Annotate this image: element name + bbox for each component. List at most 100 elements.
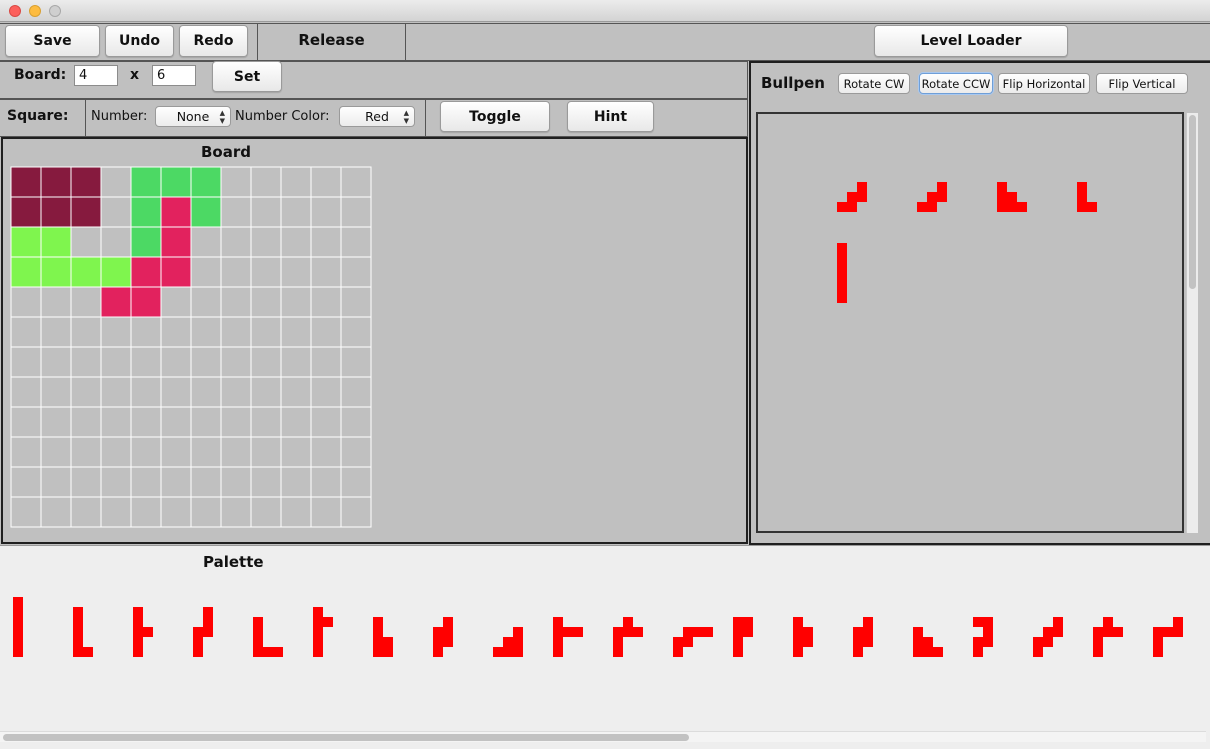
board-square[interactable] [160,346,192,378]
board-square[interactable] [340,466,372,498]
bullpen-scrollbar-track[interactable] [1186,113,1198,533]
board-square[interactable] [310,436,342,468]
palette-piece-cell[interactable] [273,647,283,657]
set-board-size-button[interactable]: Set [212,61,282,92]
palette-piece[interactable] [853,617,873,657]
palette-piece-cell[interactable] [1153,647,1163,657]
bullpen-piece-cell[interactable] [997,192,1007,202]
board-square[interactable] [190,436,222,468]
number-select[interactable]: None ▲ ▼ [155,106,231,127]
board-square[interactable] [10,436,42,468]
board-square[interactable] [220,406,252,438]
board-square[interactable] [310,226,342,258]
palette-piece-cell[interactable] [313,607,323,617]
palette-piece[interactable] [1153,617,1183,657]
placed-piece-cell[interactable] [161,227,191,257]
palette-piece-cell[interactable] [1113,627,1123,637]
board-square[interactable] [100,406,132,438]
bullpen-piece-cell[interactable] [1007,192,1017,202]
board-square[interactable] [70,376,102,408]
placed-piece-cell[interactable] [191,197,221,227]
palette-piece-cell[interactable] [513,637,523,647]
palette-piece[interactable] [313,607,333,657]
palette-piece-cell[interactable] [253,637,263,647]
palette-piece-cell[interactable] [133,647,143,657]
placed-piece-cell[interactable] [131,287,161,317]
palette-piece-cell[interactable] [983,637,993,647]
board-square[interactable] [160,436,192,468]
placed-piece-cell[interactable] [131,197,161,227]
board-square[interactable] [190,376,222,408]
palette-piece-cell[interactable] [743,617,753,627]
palette-piece[interactable] [553,617,583,657]
palette-piece-cell[interactable] [1053,617,1063,627]
board-square[interactable] [310,496,342,528]
palette-piece-cell[interactable] [73,627,83,637]
toggle-button[interactable]: Toggle [440,101,550,132]
board-square[interactable] [280,436,312,468]
close-window-button[interactable] [9,5,21,17]
bullpen-piece-cell[interactable] [837,202,847,212]
palette-piece-cell[interactable] [803,627,813,637]
palette-piece-cell[interactable] [863,637,873,647]
palette-piece-cell[interactable] [383,637,393,647]
board-square[interactable] [310,256,342,288]
board-square[interactable] [310,166,342,198]
board-square[interactable] [250,436,282,468]
bullpen-piece[interactable] [837,243,847,303]
palette-piece-cell[interactable] [683,627,693,637]
palette-piece-cell[interactable] [1153,637,1163,647]
board-square[interactable] [310,286,342,318]
palette-piece-cell[interactable] [793,647,803,657]
palette-piece-cell[interactable] [1093,627,1103,637]
palette-piece-cell[interactable] [513,627,523,637]
palette-piece-cell[interactable] [1043,627,1053,637]
board-square[interactable] [70,346,102,378]
board-square[interactable] [190,466,222,498]
board-square[interactable] [220,316,252,348]
board-square[interactable] [280,226,312,258]
palette-piece-cell[interactable] [613,647,623,657]
placed-piece-cell[interactable] [11,167,41,197]
palette-piece-cell[interactable] [553,627,563,637]
palette-piece-cell[interactable] [73,647,83,657]
board-square[interactable] [100,226,132,258]
placed-piece-cell[interactable] [71,197,101,227]
palette-piece-cell[interactable] [733,627,743,637]
board-square[interactable] [280,256,312,288]
palette-piece-cell[interactable] [973,647,983,657]
board-square[interactable] [10,466,42,498]
board-square[interactable] [280,196,312,228]
palette-piece-cell[interactable] [13,597,23,607]
palette-piece-cell[interactable] [923,647,933,657]
board-square[interactable] [130,406,162,438]
placed-piece-cell[interactable] [71,167,101,197]
bullpen-piece[interactable] [917,182,947,212]
palette-piece[interactable] [673,627,713,657]
palette-piece-cell[interactable] [1043,637,1053,647]
board-square[interactable] [130,316,162,348]
palette-piece-cell[interactable] [613,627,623,637]
board-square[interactable] [40,406,72,438]
board-square[interactable] [190,256,222,288]
board-square[interactable] [220,346,252,378]
board-square[interactable] [250,166,282,198]
board-square[interactable] [220,496,252,528]
board-square[interactable] [340,496,372,528]
palette-piece-cell[interactable] [133,607,143,617]
palette-piece-cell[interactable] [623,617,633,627]
board-square[interactable] [130,376,162,408]
palette-piece-cell[interactable] [1033,647,1043,657]
placed-piece-cell[interactable] [11,197,41,227]
palette-piece-cell[interactable] [693,627,703,637]
palette-scrollbar-track[interactable] [0,731,1206,742]
placed-piece-cell[interactable] [131,167,161,197]
palette-piece-cell[interactable] [203,607,213,617]
palette-piece-cell[interactable] [553,617,563,627]
palette-piece-cell[interactable] [913,647,923,657]
palette-piece-cell[interactable] [613,637,623,647]
placed-piece-cell[interactable] [161,257,191,287]
board-square[interactable] [70,316,102,348]
board-square[interactable] [130,466,162,498]
board-square[interactable] [130,346,162,378]
